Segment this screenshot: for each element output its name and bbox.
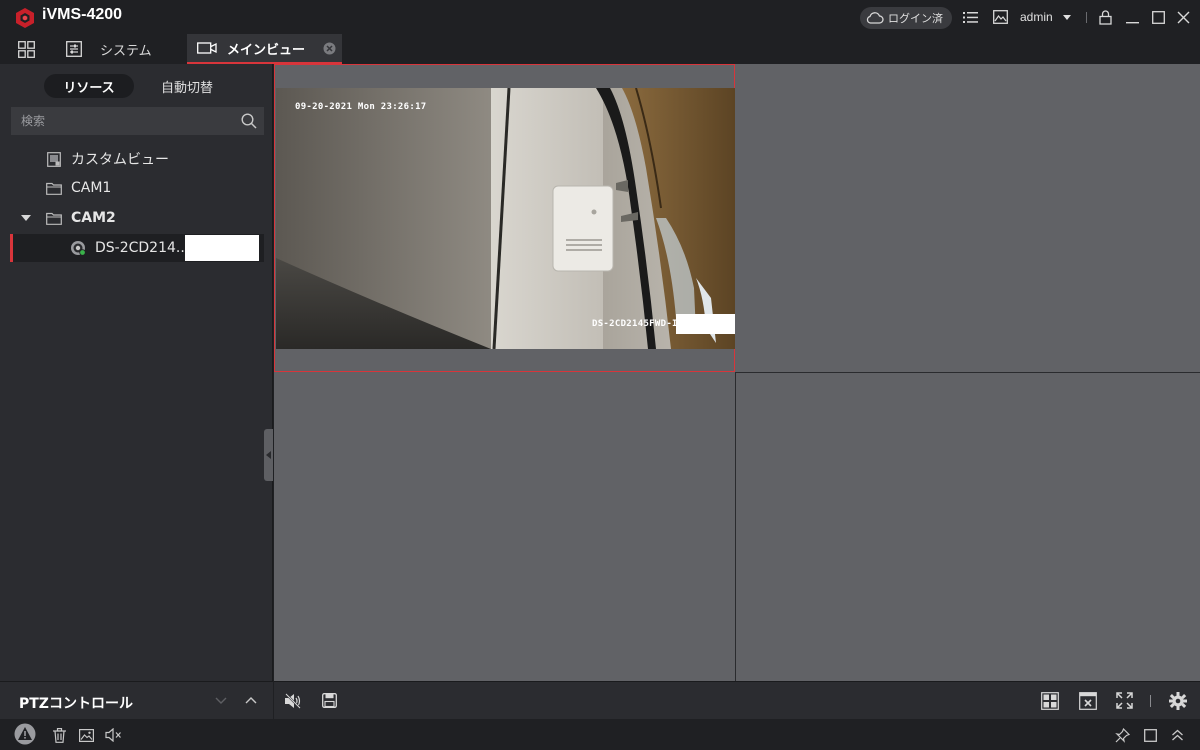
redaction-block [184,235,259,261]
video-camera-icon [197,42,217,54]
tree-item-label: CAM2 [71,210,116,226]
osd-redaction-block [676,314,735,334]
tree-item-camera[interactable]: DS-2CD214.. [10,234,264,262]
status-bar [0,719,1200,750]
tab-system-label: システム [100,43,152,59]
segment-resources[interactable]: リソース [44,74,134,98]
tab-home[interactable] [8,34,44,64]
camera-icon [70,240,86,256]
tab-main-view[interactable]: メインビュー [187,34,342,64]
toolbar-divider [1150,695,1151,707]
chevron-left-icon [266,451,271,459]
video-window-4[interactable] [736,373,1200,681]
tree-item-cam1[interactable]: CAM1 [0,174,264,202]
search-icon[interactable] [241,113,257,129]
tab-system[interactable]: システム [58,34,180,64]
tree-item-custom-view[interactable]: カスタムビュー [0,145,264,173]
chevron-double-up-icon[interactable] [1168,726,1186,744]
trash-icon[interactable] [50,726,68,744]
grid-divider [735,372,1200,373]
app-title: iVMS-4200 [42,6,123,23]
chevron-up-icon[interactable] [245,696,257,704]
user-menu[interactable]: admin [1020,10,1053,24]
minimize-icon[interactable] [1124,9,1140,25]
app-logo-icon [16,8,34,28]
audio-off-icon[interactable] [284,693,302,709]
image-icon[interactable] [992,9,1008,25]
caret-down-icon[interactable] [20,210,32,226]
title-bar: iVMS-4200 ログイン済 admin [0,0,1200,34]
alarm-warning-icon[interactable] [14,723,36,745]
close-all-windows-icon[interactable] [1079,692,1097,710]
window-layout-icon[interactable] [1041,692,1059,710]
ptz-control-label[interactable]: PTZコントロール [19,693,133,713]
view-toolbar [274,681,1200,719]
tab-bar: システム メインビュー [0,34,1200,64]
video-window-2[interactable] [736,64,1200,372]
fullscreen-icon[interactable] [1116,692,1133,709]
close-icon[interactable] [1175,9,1191,25]
tree-item-label: CAM1 [71,180,112,196]
tab-close-icon[interactable] [323,42,336,55]
tab-main-view-label: メインビュー [227,42,306,58]
title-divider [1086,12,1087,23]
save-icon[interactable] [322,693,337,708]
login-status-button[interactable]: ログイン済 [860,7,952,29]
maximize-icon[interactable] [1141,726,1159,744]
video-grid: 09-20-2021 Mon 23:26:17 DS-2CD2145FWD-I [274,64,1200,681]
chevron-down-icon[interactable] [1063,15,1071,20]
video-window-3[interactable] [274,373,735,681]
segment-auto-switch[interactable]: 自動切替 [144,74,230,98]
folder-icon [46,180,62,196]
gear-icon[interactable] [1169,692,1187,710]
list-icon[interactable] [962,9,978,25]
pin-icon[interactable] [1113,726,1131,744]
custom-view-icon [46,151,62,167]
tree-item-label: DS-2CD214.. [95,240,185,256]
camera-feed [276,88,735,349]
camera-name-overlay: DS-2CD2145FWD-I [592,319,678,329]
system-settings-icon [66,41,82,57]
tree-item-label: カスタムビュー [71,152,169,168]
cloud-icon [866,12,884,24]
grid-icon [17,40,35,58]
chevron-down-icon[interactable] [215,697,227,705]
grid-divider [735,372,736,681]
mute-icon[interactable] [104,726,122,744]
maximize-icon[interactable] [1150,9,1166,25]
ptz-control-bar: PTZコントロール [0,681,273,719]
search-input[interactable] [11,107,264,135]
lock-icon[interactable] [1097,9,1113,25]
video-window-1[interactable]: 09-20-2021 Mon 23:26:17 DS-2CD2145FWD-I [274,64,735,372]
video-timestamp: 09-20-2021 Mon 23:26:17 [295,102,427,112]
image-icon[interactable] [77,726,95,744]
folder-icon [46,210,62,226]
tree-item-cam2[interactable]: CAM2 [0,204,264,232]
resource-panel: リソース 自動切替 カスタムビュー CAM1 CAM2 DS-2CD214.. [0,64,273,681]
login-status-label: ログイン済 [888,12,943,25]
panel-collapse-handle[interactable] [264,429,273,481]
